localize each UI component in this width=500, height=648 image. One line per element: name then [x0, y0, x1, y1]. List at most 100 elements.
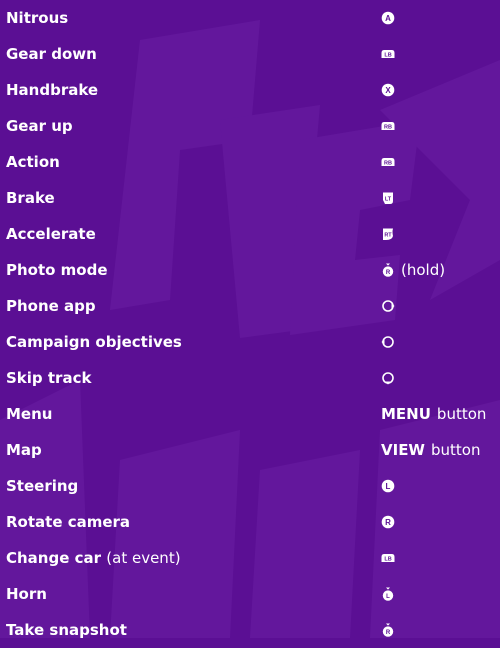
svg-text:LB: LB	[384, 53, 391, 59]
control-row: Menu MENU button	[0, 396, 500, 432]
action-name: Rotate camera	[6, 513, 131, 531]
svg-text:X: X	[385, 86, 391, 95]
control-button-name: VIEW	[381, 441, 425, 459]
action-label: Phone app	[6, 297, 96, 315]
right-stick-press-icon: R	[381, 263, 395, 277]
action-name: Map	[6, 441, 42, 459]
svg-text:R: R	[386, 630, 391, 636]
control-row: Skip track	[0, 360, 500, 396]
action-name: Photo mode	[6, 261, 108, 279]
action-label: Menu	[6, 405, 52, 423]
left-stick-icon: L	[381, 479, 395, 493]
x-button-icon: X	[381, 83, 395, 97]
action-label: Action	[6, 153, 60, 171]
control-row: Accelerate RT	[0, 216, 500, 252]
svg-text:LB: LB	[384, 557, 391, 563]
svg-text:L: L	[386, 482, 391, 491]
control-button-name: MENU	[381, 405, 431, 423]
left-stick-press-icon: L	[381, 587, 395, 601]
action-name: Take snapshot	[6, 621, 127, 639]
action-name: Horn	[6, 585, 47, 603]
control-binding: R (hold)	[381, 261, 445, 279]
action-label: Map	[6, 441, 42, 459]
control-binding: R	[381, 623, 395, 637]
control-binding: RT	[381, 227, 395, 241]
control-binding: VIEW button	[381, 441, 480, 459]
action-name: Skip track	[6, 369, 92, 387]
action-label: Skip track	[6, 369, 91, 387]
control-row: Brake LT	[0, 180, 500, 216]
rb-button-icon: RB	[381, 155, 395, 169]
control-binding: MENU button	[381, 405, 486, 423]
dpad-left-icon	[381, 335, 395, 349]
control-row: Handbrake X	[0, 72, 500, 108]
control-binding	[381, 335, 395, 349]
action-label: Horn	[6, 585, 47, 603]
action-name: Steering	[6, 477, 79, 495]
control-binding: RB	[381, 155, 395, 169]
control-row: Rotate camera R	[0, 504, 500, 540]
a-button-icon: A	[381, 11, 395, 25]
rb-button-icon: RB	[381, 119, 395, 133]
control-binding: L	[381, 479, 395, 493]
right-stick-icon: R	[381, 515, 395, 529]
action-name: Menu	[6, 405, 53, 423]
control-row: Action RB	[0, 144, 500, 180]
control-row: Gear up RB	[0, 108, 500, 144]
control-binding: RB	[381, 119, 395, 133]
svg-text:RT: RT	[384, 232, 392, 238]
control-binding: R	[381, 515, 395, 529]
dpad-right-icon	[381, 299, 395, 313]
svg-text:RB: RB	[384, 125, 392, 131]
control-binding: L	[381, 587, 395, 601]
action-label: Handbrake	[6, 81, 98, 99]
control-row: Phone app	[0, 288, 500, 324]
control-row: Map VIEW button	[0, 432, 500, 468]
action-name: Campaign objectives	[6, 333, 182, 351]
control-row: Nitrous A	[0, 0, 500, 36]
control-row: Steering L	[0, 468, 500, 504]
action-label: Rotate camera	[6, 513, 130, 531]
control-binding: LB	[381, 47, 395, 61]
control-binding	[381, 299, 395, 313]
control-row: Change car (at event) LB	[0, 540, 500, 576]
lt-trigger-icon: LT	[381, 191, 395, 205]
control-row: Horn L	[0, 576, 500, 612]
control-note: (hold)	[401, 261, 446, 279]
action-label: Campaign objectives	[6, 333, 182, 351]
control-binding	[381, 371, 395, 385]
action-name: Accelerate	[6, 225, 96, 243]
control-note: button	[430, 441, 481, 459]
action-qualifier: (at event)	[106, 549, 181, 567]
svg-text:L: L	[386, 594, 390, 600]
right-stick-press-icon: R	[381, 623, 395, 637]
control-row: Take snapshot R	[0, 612, 500, 648]
action-name: Gear up	[6, 117, 73, 135]
action-label: Change car (at event)	[6, 549, 181, 567]
svg-text:A: A	[385, 14, 391, 23]
svg-text:RB: RB	[384, 161, 392, 167]
action-label: Take snapshot	[6, 621, 127, 639]
control-row: Gear down LB	[0, 36, 500, 72]
action-name: Action	[6, 153, 60, 171]
control-note: button	[436, 405, 487, 423]
action-label: Photo mode	[6, 261, 108, 279]
action-name: Gear down	[6, 45, 97, 63]
action-label: Nitrous	[6, 9, 68, 27]
action-label: Gear down	[6, 45, 97, 63]
svg-text:R: R	[386, 270, 391, 276]
svg-text:LT: LT	[385, 196, 392, 202]
control-row: Campaign objectives	[0, 324, 500, 360]
action-name: Nitrous	[6, 9, 69, 27]
action-name: Phone app	[6, 297, 96, 315]
svg-text:R: R	[385, 518, 391, 527]
control-binding: LB	[381, 551, 395, 565]
action-label: Gear up	[6, 117, 73, 135]
dpad-down-icon	[381, 371, 395, 385]
lb-button-icon: LB	[381, 47, 395, 61]
control-row: Photo mode R (hold)	[0, 252, 500, 288]
control-binding: X	[381, 83, 395, 97]
lb-button-icon: LB	[381, 551, 395, 565]
rt-trigger-icon: RT	[381, 227, 395, 241]
action-label: Brake	[6, 189, 55, 207]
